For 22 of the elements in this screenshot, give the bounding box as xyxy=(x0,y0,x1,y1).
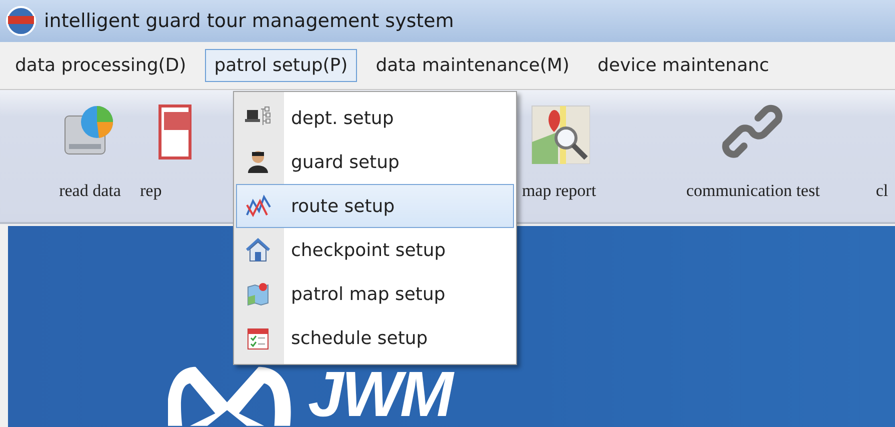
map-icon xyxy=(245,281,271,307)
menu-item[interactable]: checkpoint setup xyxy=(236,228,514,272)
house-icon xyxy=(245,237,271,263)
logo-text: JWM xyxy=(308,362,454,426)
menu-item[interactable]: guard setup xyxy=(236,140,514,184)
toolbar-button[interactable]: read data xyxy=(40,90,140,204)
app-logo-icon xyxy=(4,6,38,36)
toolbar-button[interactable]: communication test xyxy=(648,90,858,204)
menu-item[interactable]: device maintenanc xyxy=(588,49,778,82)
menu-item[interactable]: schedule setup xyxy=(236,316,514,360)
menu-item[interactable]: route setup xyxy=(236,184,514,228)
toolbar-button[interactable]: rep xyxy=(140,90,200,204)
window-title: intelligent guard tour management system xyxy=(44,8,454,34)
menu-item[interactable]: patrol setup(P) xyxy=(205,49,357,82)
menu-item[interactable]: patrol map setup xyxy=(236,272,514,316)
menu-item[interactable]: dept. setup xyxy=(236,96,514,140)
toolbar-button[interactable]: cl xyxy=(872,90,892,204)
menu-item[interactable]: data processing(D) xyxy=(6,49,196,82)
line-chart-icon xyxy=(245,193,271,219)
toolbar-button[interactable]: map report xyxy=(518,90,600,204)
person-icon xyxy=(245,149,271,175)
menu-item[interactable]: data maintenance(M) xyxy=(366,49,578,82)
